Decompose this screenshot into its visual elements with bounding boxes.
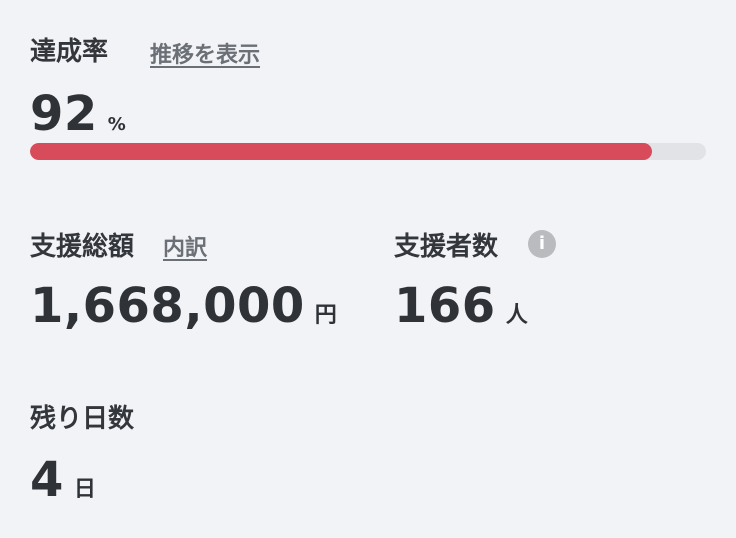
supporters-number: 166 — [394, 278, 496, 334]
days-left-number: 4 — [30, 452, 64, 508]
achievement-progress-fill — [30, 143, 652, 160]
achievement-number: 92 — [30, 86, 98, 142]
days-left-value: 4日 — [30, 452, 96, 508]
total-support-unit: 円 — [314, 303, 337, 328]
total-support-value: 1,668,000 円 — [30, 278, 337, 334]
supporters-value: 166 人 — [394, 278, 528, 334]
total-support-label: 支援総額 — [30, 232, 135, 262]
show-trend-link[interactable]: 推移を表示 — [150, 37, 260, 69]
supporters-unit: 人 — [505, 303, 528, 328]
info-icon[interactable]: i — [528, 230, 556, 258]
funding-stats-card: 達成率 推移を表示 92% 支援総額 内訳 1,668,000 円 支援者数 i … — [0, 0, 736, 538]
total-support-number: 1,668,000 — [30, 278, 305, 334]
breakdown-link[interactable]: 内訳 — [163, 230, 207, 262]
achievement-label: 達成率 — [30, 37, 109, 67]
achievement-unit: % — [107, 114, 126, 135]
days-left-unit: 日 — [73, 477, 96, 502]
achievement-progress-bar — [30, 143, 706, 160]
days-left-label: 残り日数 — [30, 404, 135, 434]
supporters-label: 支援者数 — [394, 232, 499, 262]
achievement-value: 92% — [30, 86, 126, 142]
